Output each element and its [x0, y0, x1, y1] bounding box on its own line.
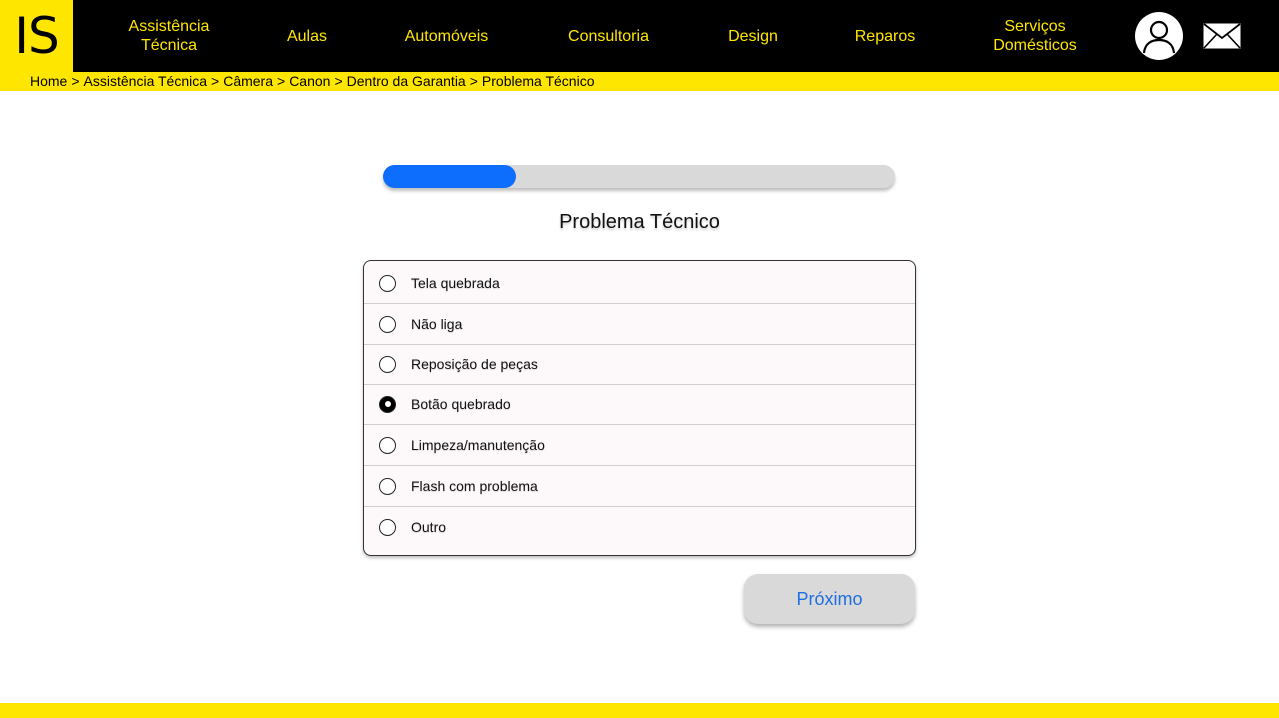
radio-button[interactable] — [379, 436, 396, 454]
option-tela-quebrada[interactable]: Tela quebrada — [364, 263, 915, 304]
nav-item-label: Técnica — [140, 37, 197, 54]
breadcrumb-item-assistencia-tecnica[interactable]: Assistência Técnica — [84, 73, 207, 89]
breadcrumb-item-dentro-da-garantia[interactable]: Dentro da Garantia — [347, 73, 466, 89]
nav-item-consultoria[interactable]: Consultoria — [548, 0, 669, 72]
nav-item-design[interactable]: Design — [708, 0, 798, 72]
option-flash-com-problema[interactable]: Flash com problema — [364, 466, 915, 507]
breadcrumb-separator: > — [334, 73, 343, 89]
nav-item-aulas[interactable]: Aulas — [262, 0, 352, 72]
nav-item-label: Consultoria — [568, 27, 649, 45]
radio-button[interactable] — [379, 518, 396, 536]
nav-item-label: Aulas — [286, 27, 328, 45]
breadcrumb-item-canon[interactable]: Canon — [289, 73, 330, 89]
progress-bar-fill — [383, 165, 517, 188]
radio-button[interactable] — [379, 315, 396, 333]
option-label: Botão quebrado — [411, 396, 511, 412]
nav-item-label: Serviços — [1004, 18, 1066, 35]
user-icon[interactable] — [1135, 12, 1183, 60]
radio-button[interactable] — [379, 274, 396, 292]
option-outro[interactable]: Outro — [364, 507, 915, 547]
nav-item-label: Domésticos — [993, 37, 1077, 54]
option-label: Não liga — [411, 316, 463, 332]
option-label: Tela quebrada — [411, 275, 500, 291]
nav-item-label: Reparos — [854, 27, 916, 45]
option-reposicao-de-pecas[interactable]: Reposição de peças — [364, 344, 915, 385]
page: IS Assistência Técnica Aulas Automóveis C… — [0, 0, 1279, 718]
next-button[interactable]: Próximo — [744, 574, 915, 624]
option-label: Limpeza/manutenção — [411, 437, 545, 453]
nav-item-automoveis[interactable]: Automóveis — [386, 0, 507, 72]
radio-button[interactable] — [379, 477, 396, 495]
breadcrumb-item-camera[interactable]: Câmera — [223, 73, 273, 89]
nav-item-reparos[interactable]: Reparos — [840, 0, 930, 72]
site-logo[interactable]: IS — [0, 0, 73, 72]
option-limpeza-manutencao[interactable]: Limpeza/manutenção — [364, 425, 915, 466]
breadcrumb-bar: Home > Assistência Técnica > Câmera > Canon > De… — [0, 72, 1279, 91]
breadcrumb: Home > Assistência Técnica > Câmera > Canon > De… — [30, 72, 594, 91]
nav-item-label: Assistência — [128, 18, 210, 35]
footer-bar — [0, 703, 1279, 718]
radio-button[interactable] — [379, 395, 396, 413]
page-title: Problema Técnico — [559, 211, 720, 233]
option-label: Flash com problema — [411, 478, 538, 494]
option-botao-quebrado[interactable]: Botão quebrado — [364, 384, 915, 425]
radio-button[interactable] — [379, 355, 396, 373]
option-nao-liga[interactable]: Não liga — [364, 304, 915, 345]
nav-item-assistencia-tecnica[interactable]: Assistência Técnica — [104, 0, 234, 72]
nav-item-servicos-domesticos[interactable]: Serviços Domésticos — [975, 0, 1095, 72]
breadcrumb-separator: > — [211, 73, 220, 89]
breadcrumb-separator: > — [469, 73, 478, 89]
option-label: Reposição de peças — [411, 356, 538, 372]
problem-options-list: Tela quebrada Não liga Reposição de peça… — [363, 260, 916, 556]
breadcrumb-separator: > — [277, 73, 286, 89]
option-label: Outro — [411, 519, 447, 535]
top-navbar: IS Assistência Técnica Aulas Automóveis C… — [0, 0, 1279, 72]
progress-bar — [383, 165, 895, 188]
mail-icon[interactable] — [1203, 23, 1241, 49]
nav-item-label: Design — [728, 27, 778, 45]
breadcrumb-item-home[interactable]: Home — [30, 73, 67, 89]
nav-item-label: Automóveis — [404, 27, 489, 45]
breadcrumb-item-current: Problema Técnico — [481, 73, 595, 89]
breadcrumb-separator: > — [71, 73, 80, 89]
